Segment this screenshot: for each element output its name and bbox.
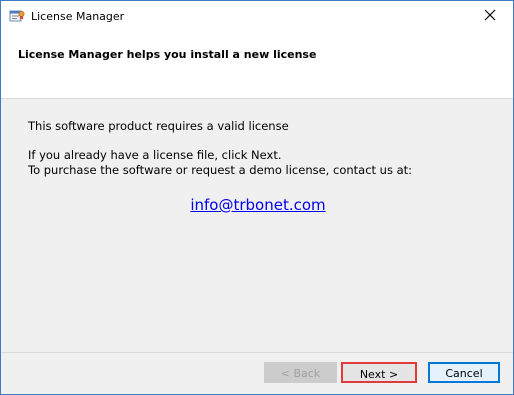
wizard-header: License Manager helps you install a new … bbox=[1, 32, 513, 99]
purchase-instruction: To purchase the software or request a de… bbox=[28, 163, 413, 177]
close-button[interactable] bbox=[467, 1, 513, 32]
footer-separator bbox=[1, 352, 513, 353]
title-bar: License Manager bbox=[1, 1, 513, 32]
next-button[interactable]: Next > bbox=[341, 362, 417, 383]
cancel-button[interactable]: Cancel bbox=[428, 362, 500, 383]
close-icon bbox=[484, 9, 496, 24]
window-title: License Manager bbox=[31, 10, 125, 23]
wizard-body: This software product requires a valid l… bbox=[1, 99, 513, 352]
license-file-instruction: If you already have a license file, clic… bbox=[28, 148, 282, 162]
back-button[interactable]: < Back bbox=[264, 362, 337, 383]
license-required-text: This software product requires a valid l… bbox=[28, 119, 289, 133]
contact-email-link[interactable]: info@trbonet.com bbox=[1, 196, 513, 214]
license-manager-window: License Manager License Manager helps yo… bbox=[0, 0, 514, 395]
license-app-icon bbox=[9, 8, 25, 24]
wizard-header-title: License Manager helps you install a new … bbox=[18, 48, 317, 61]
